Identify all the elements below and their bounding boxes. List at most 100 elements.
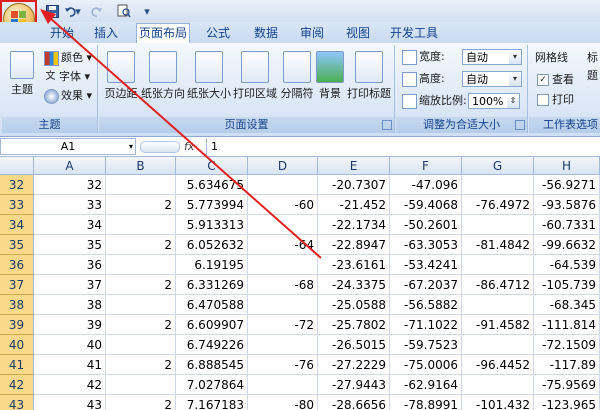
cell-f38[interactable]: -56.5882: [390, 295, 462, 315]
cell-d38[interactable]: [248, 295, 318, 315]
cell-h34[interactable]: -60.7331: [534, 215, 600, 235]
column-header-h[interactable]: H: [534, 157, 600, 175]
row-header[interactable]: 37: [0, 275, 34, 295]
cell-d32[interactable]: [248, 175, 318, 195]
cell-f40[interactable]: -59.7523: [390, 335, 462, 355]
column-header-g[interactable]: G: [462, 157, 534, 175]
orientation-button[interactable]: 纸张方向: [141, 49, 185, 111]
cell-e36[interactable]: -23.6161: [318, 255, 390, 275]
cell-g38[interactable]: [462, 295, 534, 315]
cell-d36[interactable]: [248, 255, 318, 275]
row-header[interactable]: 38: [0, 295, 34, 315]
cell-g34[interactable]: [462, 215, 534, 235]
cell-b42[interactable]: [106, 375, 176, 395]
cell-e43[interactable]: -28.6656: [318, 395, 390, 410]
breaks-button[interactable]: 分隔符: [279, 49, 315, 111]
cell-c39[interactable]: 6.609907: [176, 315, 248, 335]
cell-b40[interactable]: [106, 335, 176, 355]
cell-d34[interactable]: [248, 215, 318, 235]
row-header[interactable]: 34: [0, 215, 34, 235]
cell-c43[interactable]: 7.167183: [176, 395, 248, 410]
cell-e41[interactable]: -27.2229: [318, 355, 390, 375]
tab-insert[interactable]: 插入: [86, 24, 126, 43]
cell-g39[interactable]: -91.4582: [462, 315, 534, 335]
cell-a37[interactable]: 37: [34, 275, 106, 295]
print-area-button[interactable]: 打印区域: [233, 49, 277, 111]
theme-effects-button[interactable]: 效果 ▾: [44, 87, 92, 105]
themes-button[interactable]: 主题: [4, 49, 40, 111]
row-header[interactable]: 41: [0, 355, 34, 375]
margins-button[interactable]: 页边距: [101, 49, 141, 111]
cell-b34[interactable]: [106, 215, 176, 235]
tab-home[interactable]: 开始: [44, 24, 80, 43]
cell-h39[interactable]: -111.814: [534, 315, 600, 335]
cell-f35[interactable]: -63.3053: [390, 235, 462, 255]
cell-b37[interactable]: 2: [106, 275, 176, 295]
height-combo[interactable]: 自动 ▾: [462, 71, 522, 87]
undo-dropdown-icon[interactable]: ▾: [74, 3, 82, 19]
cell-c32[interactable]: 5.634675: [176, 175, 248, 195]
cell-c41[interactable]: 6.888545: [176, 355, 248, 375]
cell-e39[interactable]: -25.7802: [318, 315, 390, 335]
cell-h35[interactable]: -99.6632: [534, 235, 600, 255]
cell-c34[interactable]: 5.913313: [176, 215, 248, 235]
print-preview-icon[interactable]: [116, 3, 132, 19]
cell-f32[interactable]: -47.096: [390, 175, 462, 195]
cell-c38[interactable]: 6.470588: [176, 295, 248, 315]
redo-icon[interactable]: [88, 3, 104, 19]
formula-input[interactable]: 1: [206, 138, 600, 155]
cell-g32[interactable]: [462, 175, 534, 195]
cell-a39[interactable]: 39: [34, 315, 106, 335]
cell-c40[interactable]: 6.749226: [176, 335, 248, 355]
column-header-b[interactable]: B: [106, 157, 176, 175]
cell-b43[interactable]: 2: [106, 395, 176, 410]
cell-f41[interactable]: -75.0006: [390, 355, 462, 375]
cell-f43[interactable]: -78.8991: [390, 395, 462, 410]
cell-f33[interactable]: -59.4068: [390, 195, 462, 215]
customize-qat-icon[interactable]: ▾: [142, 3, 152, 19]
cell-d35[interactable]: -64: [248, 235, 318, 255]
cell-c37[interactable]: 6.331269: [176, 275, 248, 295]
cell-b39[interactable]: 2: [106, 315, 176, 335]
cell-e38[interactable]: -25.0588: [318, 295, 390, 315]
cell-a40[interactable]: 40: [34, 335, 106, 355]
cell-e35[interactable]: -22.8947: [318, 235, 390, 255]
cell-b32[interactable]: [106, 175, 176, 195]
cell-b38[interactable]: [106, 295, 176, 315]
scale-spinner[interactable]: 100% ⇕: [468, 93, 520, 109]
cell-b36[interactable]: [106, 255, 176, 275]
cell-e40[interactable]: -26.5015: [318, 335, 390, 355]
cell-h41[interactable]: -117.89: [534, 355, 600, 375]
cell-f36[interactable]: -53.4241: [390, 255, 462, 275]
cell-d33[interactable]: -60: [248, 195, 318, 215]
cell-a32[interactable]: 32: [34, 175, 106, 195]
cell-c36[interactable]: 6.19195: [176, 255, 248, 275]
cell-e32[interactable]: -20.7307: [318, 175, 390, 195]
tab-developer[interactable]: 开发工具: [384, 24, 444, 43]
cell-g42[interactable]: [462, 375, 534, 395]
tab-data[interactable]: 数据: [246, 24, 286, 43]
tab-formulas[interactable]: 公式: [200, 24, 236, 43]
cell-g36[interactable]: [462, 255, 534, 275]
row-header[interactable]: 32: [0, 175, 34, 195]
formula-bar-splitter[interactable]: [140, 141, 180, 153]
cell-g41[interactable]: -96.4452: [462, 355, 534, 375]
cell-a42[interactable]: 42: [34, 375, 106, 395]
cell-f39[interactable]: -71.1022: [390, 315, 462, 335]
page-setup-launcher-icon[interactable]: [382, 120, 392, 130]
gridlines-view-checkbox[interactable]: ✓ 查看: [537, 71, 574, 89]
theme-colors-button[interactable]: 颜色 ▾: [44, 49, 92, 67]
cell-d40[interactable]: [248, 335, 318, 355]
column-header-f[interactable]: F: [390, 157, 462, 175]
column-header-e[interactable]: E: [318, 157, 390, 175]
cell-d41[interactable]: -76: [248, 355, 318, 375]
row-header[interactable]: 39: [0, 315, 34, 335]
row-header[interactable]: 33: [0, 195, 34, 215]
cell-g33[interactable]: -76.4972: [462, 195, 534, 215]
row-header[interactable]: 43: [0, 395, 34, 410]
cell-a33[interactable]: 33: [34, 195, 106, 215]
tab-view[interactable]: 视图: [338, 24, 378, 43]
cell-d39[interactable]: -72: [248, 315, 318, 335]
cell-g40[interactable]: [462, 335, 534, 355]
cell-d43[interactable]: -80: [248, 395, 318, 410]
